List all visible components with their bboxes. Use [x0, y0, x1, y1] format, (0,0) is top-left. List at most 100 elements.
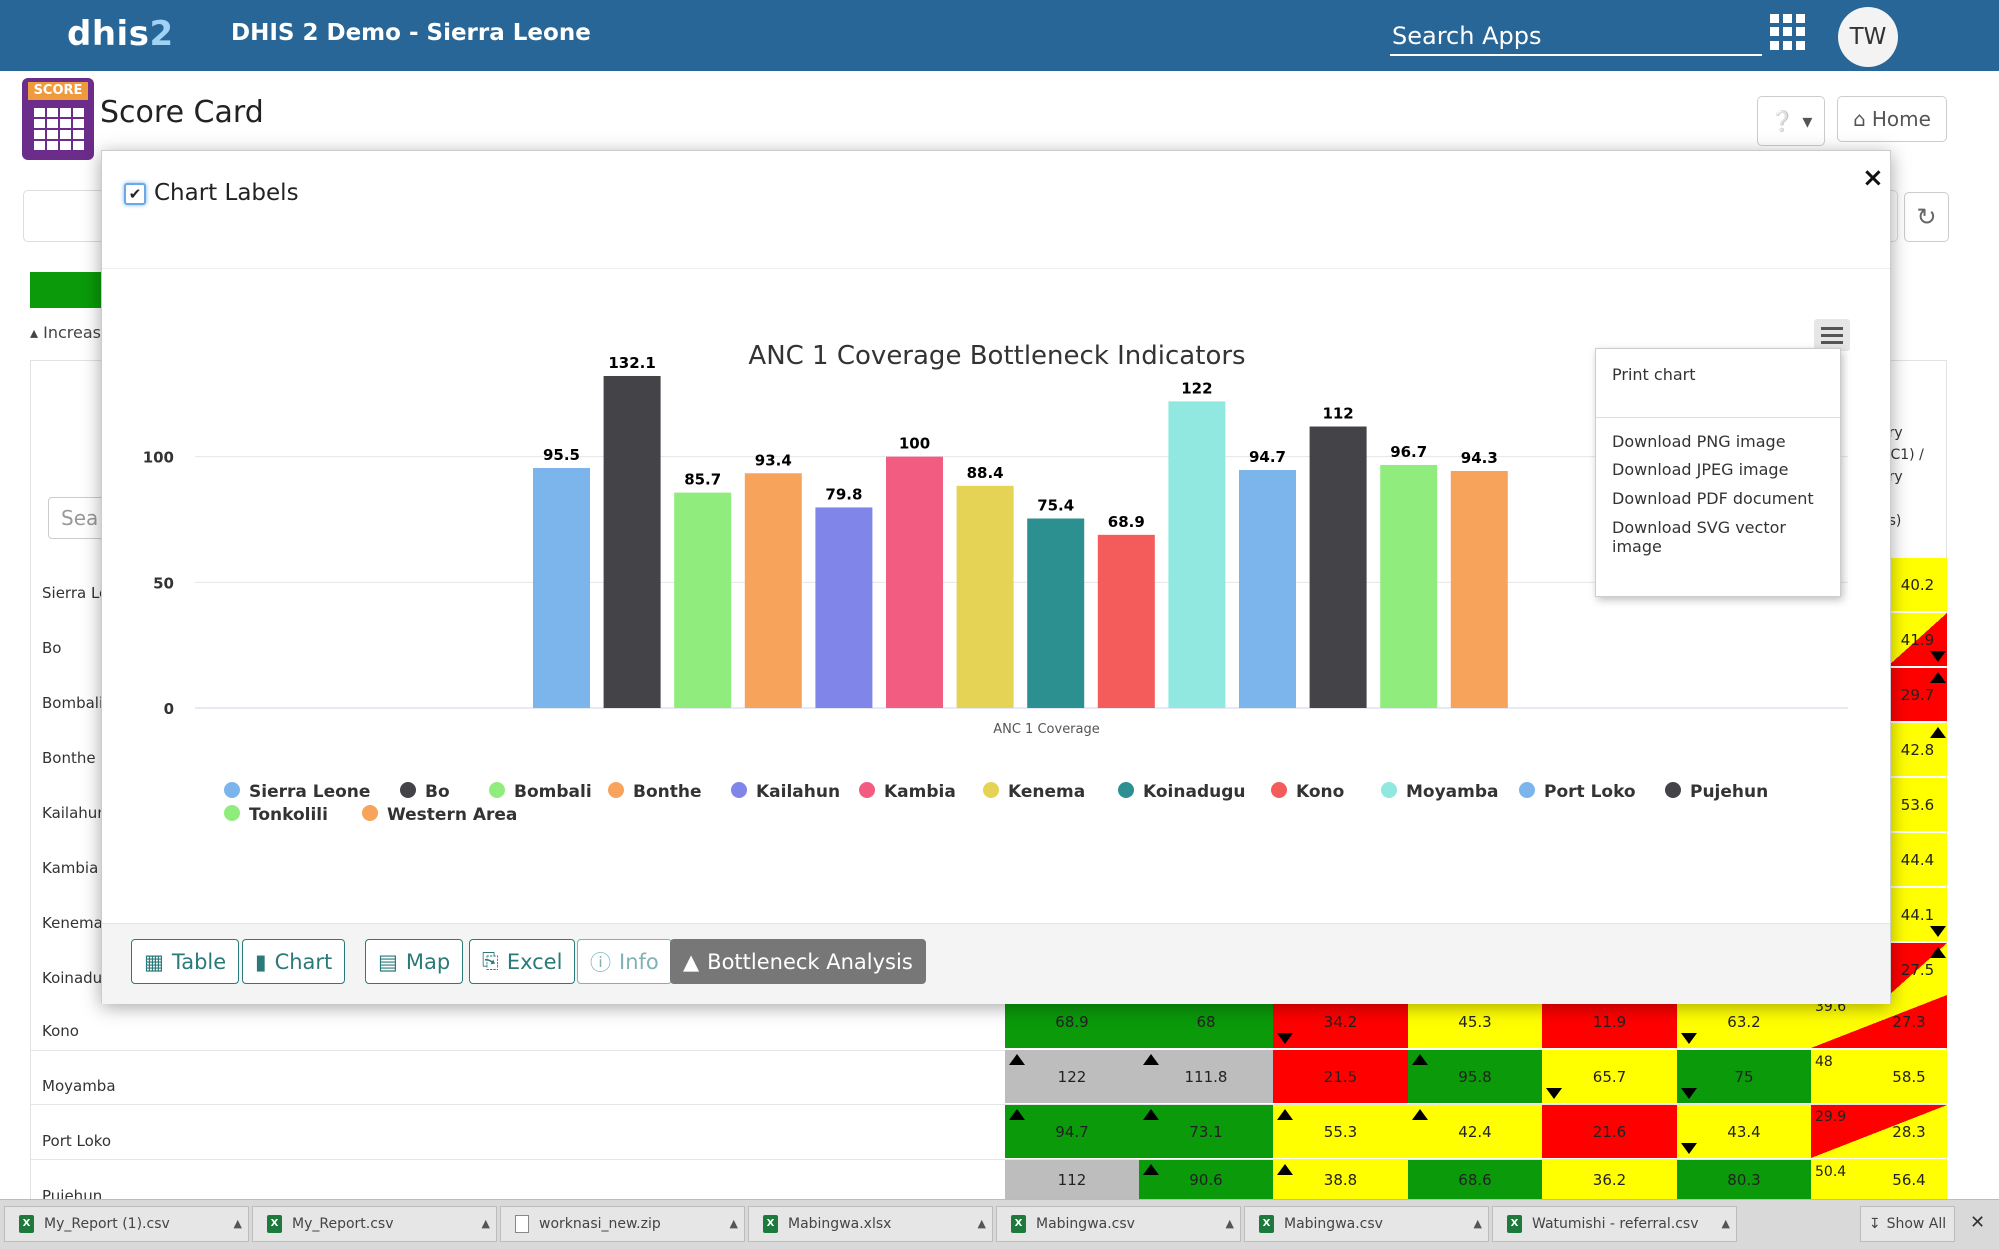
download-item[interactable]: X Watumishi - referral.csv ▲	[1492, 1206, 1737, 1242]
score-cell[interactable]: 36.2	[1542, 1160, 1677, 1199]
data-label: 68.9	[1108, 513, 1145, 531]
search-apps-input[interactable]	[1390, 18, 1762, 56]
download-item[interactable]: worknasi_new.zip ▲	[500, 1206, 745, 1242]
chart-menu-icon[interactable]	[1814, 319, 1850, 351]
org-unit-row-label[interactable]: Kenema	[42, 914, 103, 932]
score-cell[interactable]: 65.7	[1542, 1050, 1677, 1103]
score-cell[interactable]: 40.2	[1888, 558, 1947, 611]
score-cell[interactable]: 122	[1005, 1050, 1139, 1103]
close-icon[interactable]: ×	[1862, 163, 1884, 193]
chevron-down-icon[interactable]: ▲	[730, 1217, 738, 1230]
score-cell[interactable]: 112	[1005, 1160, 1139, 1199]
org-unit-row-label[interactable]: Bonthe	[42, 749, 96, 767]
download-item[interactable]: X Mabingwa.xlsx ▲	[748, 1206, 993, 1242]
chevron-down-icon[interactable]: ▲	[1474, 1217, 1482, 1230]
score-cell[interactable]: 80.3	[1677, 1160, 1811, 1199]
cell-value: 27.5	[1900, 960, 1935, 979]
score-cell[interactable]: 50.4 56.4	[1811, 1160, 1947, 1199]
map-button[interactable]: ▤ Map	[365, 939, 464, 984]
score-cell[interactable]: 53.6	[1888, 778, 1947, 831]
org-unit-row-label[interactable]: Kono	[42, 1022, 79, 1040]
score-cell[interactable]: 55.3	[1273, 1105, 1408, 1158]
score-cell[interactable]: 43.4	[1677, 1105, 1811, 1158]
data-label: 85.7	[684, 471, 721, 489]
score-cell[interactable]: 95.8	[1408, 1050, 1542, 1103]
bar	[1097, 534, 1155, 708]
score-cell[interactable]: 41.9	[1888, 613, 1947, 666]
legend-marker	[400, 782, 416, 798]
download-item[interactable]: X Mabingwa.csv ▲	[1244, 1206, 1489, 1242]
cell-value: 21.5	[1323, 1067, 1358, 1086]
org-unit-row-label[interactable]: Sierra Le	[42, 584, 108, 602]
download-filename: Mabingwa.csv	[1284, 1216, 1383, 1232]
home-button[interactable]: ⌂ Home	[1837, 96, 1947, 142]
trend-up-icon	[1143, 1054, 1159, 1065]
cell-value: 38.8	[1323, 1170, 1358, 1189]
score-cell[interactable]: 68.6	[1408, 1160, 1542, 1199]
chevron-down-icon[interactable]: ▲	[1226, 1217, 1234, 1230]
chevron-down-icon[interactable]: ▲	[978, 1217, 986, 1230]
download-filename: worknasi_new.zip	[539, 1216, 661, 1232]
org-unit-row-label[interactable]: Bo	[42, 639, 61, 657]
menu-item-download-svg[interactable]: Download SVG vector image	[1612, 518, 1840, 556]
close-icon[interactable]: ✕	[1970, 1212, 1985, 1233]
menu-item-print-chart[interactable]: Print chart	[1612, 365, 1695, 384]
org-unit-row-label[interactable]: Koinadu	[42, 969, 102, 987]
menu-item-download-jpeg[interactable]: Download JPEG image	[1612, 460, 1788, 479]
org-unit-row-label[interactable]: Kambia	[42, 859, 98, 877]
score-cell[interactable]: 75	[1677, 1050, 1811, 1103]
menu-item-download-png[interactable]: Download PNG image	[1612, 432, 1786, 451]
chevron-down-icon[interactable]: ▲	[234, 1217, 242, 1230]
bar	[744, 473, 802, 708]
score-cell[interactable]: 29.7	[1888, 668, 1947, 721]
bar	[815, 507, 873, 708]
download-filename: My_Report.csv	[292, 1216, 394, 1232]
score-cell[interactable]: 90.6	[1139, 1160, 1273, 1199]
org-unit-search[interactable]: Sea	[48, 497, 108, 539]
download-item[interactable]: X Mabingwa.csv ▲	[996, 1206, 1241, 1242]
score-cell[interactable]: 29.9 28.3	[1811, 1105, 1947, 1158]
bar	[1239, 469, 1296, 708]
dhis2-logo[interactable]: dhis2	[67, 14, 174, 54]
chevron-down-icon[interactable]: ▲	[482, 1217, 490, 1230]
show-all-button[interactable]: ↧ Show All	[1860, 1206, 1955, 1242]
user-avatar[interactable]: TW	[1838, 7, 1898, 67]
top-bar: dhis2 DHIS 2 Demo - Sierra Leone TW	[0, 0, 1999, 71]
trend-up-icon	[1930, 947, 1946, 958]
menu-item-download-pdf[interactable]: Download PDF document	[1612, 489, 1814, 508]
info-button[interactable]: ⓘ Info	[577, 939, 672, 984]
org-unit-row-label[interactable]: Moyamba	[42, 1077, 116, 1095]
download-item[interactable]: X My_Report.csv ▲	[252, 1206, 497, 1242]
score-cell[interactable]: 21.6	[1542, 1105, 1677, 1158]
excel-button[interactable]: ⎘ Excel	[469, 939, 576, 984]
score-cell[interactable]: 94.7	[1005, 1105, 1139, 1158]
refresh-button[interactable]: ↻	[1904, 192, 1949, 242]
logo-text: dhis	[67, 14, 150, 54]
increase-toggle[interactable]: ▴ Increas	[30, 323, 101, 342]
chart-button[interactable]: ▮ Chart	[242, 939, 346, 984]
score-cell[interactable]: 27.5	[1888, 943, 1947, 996]
score-cell[interactable]: 48 58.5	[1811, 1050, 1947, 1103]
score-cell[interactable]: 44.1	[1888, 888, 1947, 941]
apps-grid-icon[interactable]	[1770, 14, 1806, 50]
help-button[interactable]: ❔ ▾	[1757, 96, 1825, 146]
chart-labels-label[interactable]: Chart Labels	[154, 180, 299, 206]
score-cell[interactable]: 44.4	[1888, 833, 1947, 886]
org-unit-row-label[interactable]: Pujehun	[42, 1187, 102, 1199]
org-unit-row-label[interactable]: Bombali	[42, 694, 103, 712]
chevron-down-icon[interactable]: ▲	[1722, 1217, 1730, 1230]
bottleneck-analysis-button[interactable]: ▲ Bottleneck Analysis	[670, 939, 926, 984]
excel-file-icon: X	[1507, 1215, 1522, 1233]
org-unit-row-label[interactable]: Kailahun	[42, 804, 107, 822]
score-cell[interactable]: 42.4	[1408, 1105, 1542, 1158]
excel-file-icon: X	[267, 1215, 282, 1233]
table-button[interactable]: ▦ Table	[131, 939, 240, 984]
download-item[interactable]: X My_Report (1).csv ▲	[4, 1206, 249, 1242]
score-cell[interactable]: 38.8	[1273, 1160, 1408, 1199]
score-cell[interactable]: 111.8	[1139, 1050, 1273, 1103]
chart-labels-checkbox[interactable]: ✔	[124, 183, 146, 205]
score-cell[interactable]: 73.1	[1139, 1105, 1273, 1158]
score-cell[interactable]: 42.8	[1888, 723, 1947, 776]
org-unit-row-label[interactable]: Port Loko	[42, 1132, 111, 1150]
score-cell[interactable]: 21.5	[1273, 1050, 1408, 1103]
